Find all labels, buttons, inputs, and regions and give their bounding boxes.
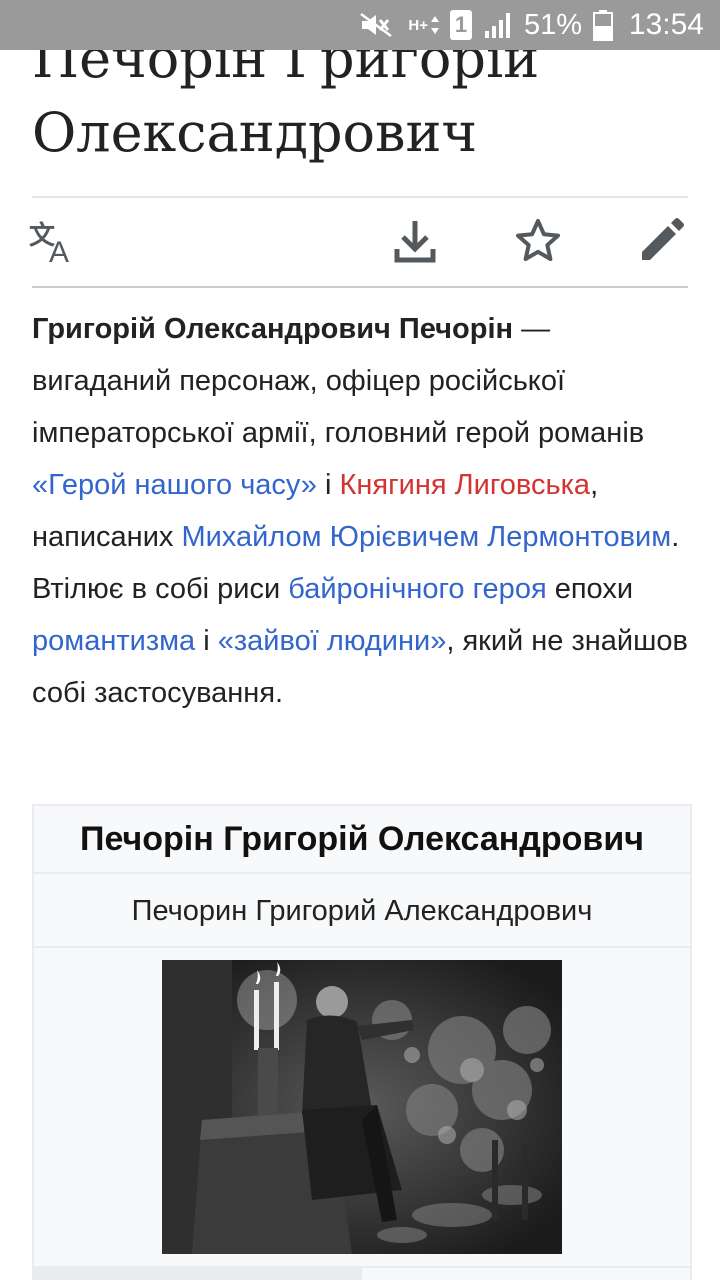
title-divider [32, 196, 688, 198]
infobox: Печорін Григорій Олександрович Печорин Г… [32, 804, 692, 1280]
svg-text:A: A [49, 236, 69, 264]
signal-icon [484, 0, 514, 50]
sim-icon: 1 [450, 0, 472, 50]
infobox-divider [34, 946, 690, 948]
link-hero-of-our-time[interactable]: «Герой нашого часу» [32, 469, 317, 501]
network-type-label: H+ [408, 16, 428, 34]
battery-icon [592, 0, 614, 50]
network-type-icon: H+ [408, 0, 440, 50]
lead-text: епохи [546, 573, 634, 605]
language-icon[interactable]: 文 A [28, 212, 84, 270]
infobox-image[interactable] [162, 960, 562, 1254]
toolbar-divider [32, 286, 688, 288]
clock: 13:54 [628, 8, 704, 41]
battery-percent: 51% [523, 8, 582, 41]
infobox-title: Печорін Григорій Олександрович [80, 819, 644, 858]
link-byronic-hero[interactable]: байронічного героя [288, 573, 546, 605]
download-icon[interactable] [387, 212, 443, 270]
redlink-knyahynia-lyhovska[interactable]: Княгиня Лиговська [339, 469, 590, 501]
mute-icon [360, 0, 394, 50]
article-subject: Григорій Олександрович Печорін [32, 313, 514, 345]
edit-icon[interactable] [633, 212, 689, 270]
link-superfluous-man[interactable]: «зайвої людини» [218, 625, 447, 657]
link-romanticism[interactable]: романтизма [32, 625, 195, 657]
lead-paragraph: Григорій Олександрович Печорін — вигадан… [32, 303, 692, 719]
link-lermontov[interactable]: Михайлом Юрієвичем Лермонтовим [181, 521, 671, 553]
infobox-row-label [34, 1268, 362, 1280]
lead-text: і [316, 469, 340, 501]
lead-text: і [195, 625, 218, 657]
star-icon[interactable] [510, 212, 566, 270]
infobox-original-name: Печорин Григорий Александрович [131, 894, 593, 927]
status-bar: H+ 1 51% 13:54 [0, 0, 720, 50]
sim-slot-label: 1 [450, 10, 472, 40]
